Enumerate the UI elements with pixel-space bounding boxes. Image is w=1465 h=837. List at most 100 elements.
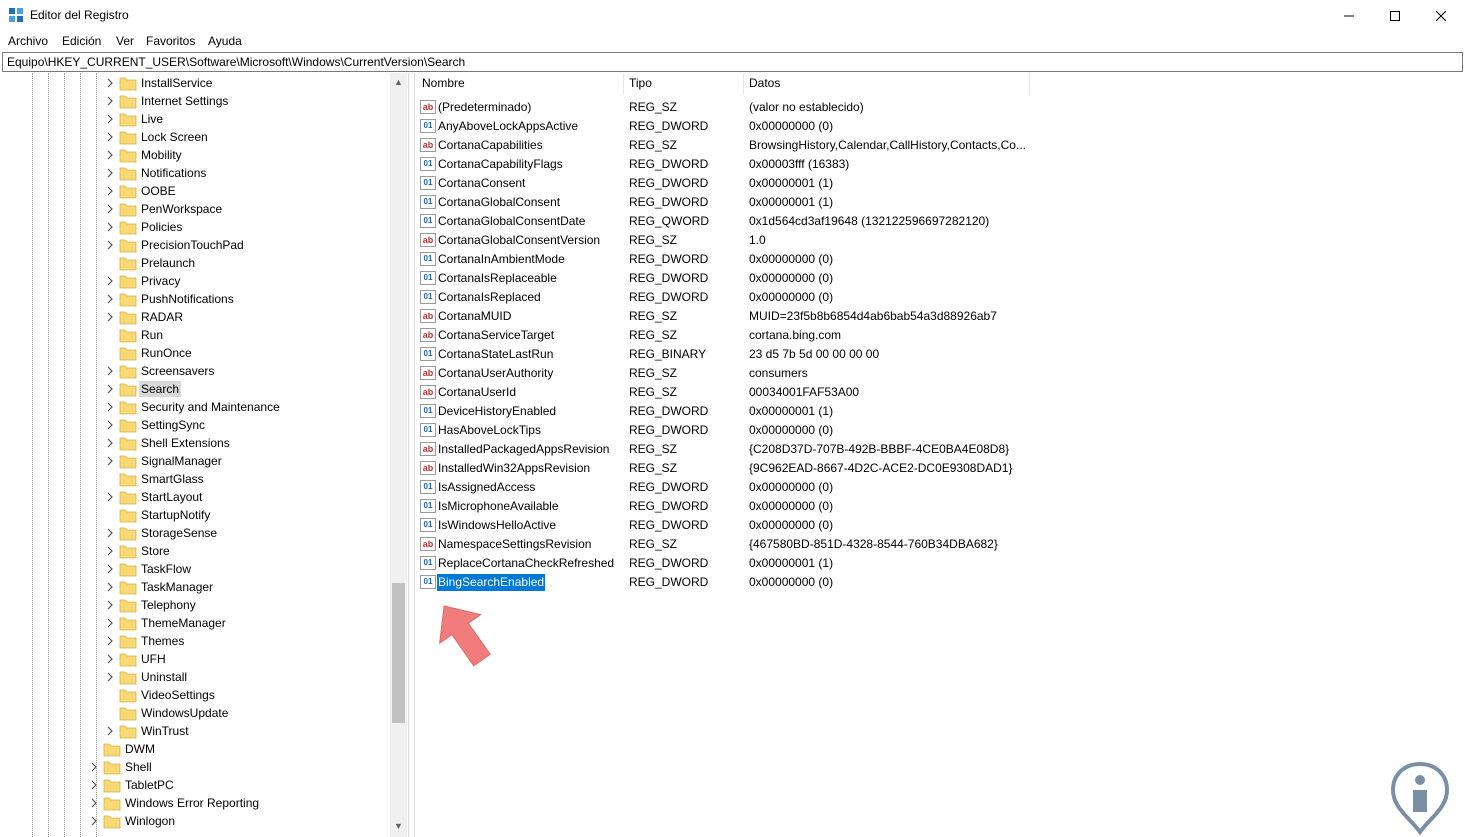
- maximize-button[interactable]: [1372, 0, 1418, 31]
- chevron-right-icon[interactable]: [105, 600, 115, 610]
- value-row[interactable]: 01 CortanaCapabilityFlags REG_DWORD 0x00003…: [415, 155, 1415, 174]
- value-row[interactable]: 01 HasAboveLockTips REG_DWORD 0x00000000 (0…: [415, 421, 1415, 440]
- value-name[interactable]: DeviceHistoryEnabled: [437, 403, 557, 420]
- chevron-right-icon[interactable]: [105, 528, 115, 538]
- address-path[interactable]: Equipo\HKEY_CURRENT_USER\Software\Micros…: [7, 55, 465, 69]
- value-name[interactable]: CortanaUserId: [437, 384, 517, 401]
- scroll-down-icon[interactable]: ▼: [394, 821, 403, 831]
- tree-item[interactable]: SmartGlass: [105, 470, 385, 488]
- tree-item[interactable]: PenWorkspace: [105, 200, 385, 218]
- value-row[interactable]: 01 CortanaIsReplaceable REG_DWORD 0x0000000…: [415, 269, 1415, 288]
- tree-item[interactable]: Run: [105, 326, 385, 344]
- value-name[interactable]: CortanaInAmbientMode: [437, 251, 566, 268]
- chevron-right-icon[interactable]: [105, 618, 115, 628]
- value-row[interactable]: 01 AnyAboveLockAppsActive REG_DWORD 0x00000…: [415, 117, 1415, 136]
- tree-item[interactable]: StartupNotify: [105, 506, 385, 524]
- value-name[interactable]: CortanaGlobalConsentVersion: [437, 232, 601, 249]
- value-name[interactable]: NamespaceSettingsRevision: [437, 536, 592, 553]
- menu-favoritos[interactable]: Favoritos: [146, 34, 195, 48]
- menu-ver[interactable]: Ver: [116, 34, 134, 48]
- chevron-right-icon[interactable]: [89, 762, 99, 772]
- tree-item[interactable]: SignalManager: [105, 452, 385, 470]
- value-row[interactable]: 01 CortanaStateLastRun REG_BINARY 23 d5 7b …: [415, 345, 1415, 364]
- column-header-data[interactable]: Datos: [749, 76, 780, 90]
- tree-item[interactable]: Prelaunch: [105, 254, 385, 272]
- value-row[interactable]: 01 IsMicrophoneAvailable REG_DWORD 0x000000…: [415, 497, 1415, 516]
- chevron-right-icon[interactable]: [89, 780, 99, 790]
- value-row[interactable]: 01 BingSearchEnabled REG_DWORD 0x00000000 (…: [415, 573, 1415, 592]
- column-separator[interactable]: [1029, 73, 1030, 95]
- tree-item[interactable]: Live: [105, 110, 385, 128]
- chevron-right-icon[interactable]: [105, 366, 115, 376]
- tree-item[interactable]: StorageSense: [105, 524, 385, 542]
- menu-archivo[interactable]: Archivo: [8, 34, 48, 48]
- chevron-right-icon[interactable]: [105, 168, 115, 178]
- value-row[interactable]: ab CortanaUserId REG_SZ 00034001FAF53A00: [415, 383, 1415, 402]
- tree-item[interactable]: Store: [105, 542, 385, 560]
- chevron-right-icon[interactable]: [105, 420, 115, 430]
- value-name[interactable]: CortanaStateLastRun: [437, 346, 554, 363]
- tree-item[interactable]: OOBE: [105, 182, 385, 200]
- value-row[interactable]: ab CortanaMUID REG_SZ MUID=23f5b8b6854d4ab6…: [415, 307, 1415, 326]
- scroll-up-icon[interactable]: ▲: [394, 77, 403, 87]
- column-header-name[interactable]: Nombre: [422, 76, 465, 90]
- value-row[interactable]: ab CortanaCapabilities REG_SZ BrowsingHisto…: [415, 136, 1415, 155]
- value-name[interactable]: IsAssignedAccess: [437, 479, 536, 496]
- value-row[interactable]: ab InstalledPackagedAppsRevision REG_SZ {C2…: [415, 440, 1415, 459]
- value-row[interactable]: 01 CortanaConsent REG_DWORD 0x00000001 (1): [415, 174, 1415, 193]
- tree-item[interactable]: Security and Maintenance: [105, 398, 385, 416]
- tree-item[interactable]: DWM: [89, 740, 369, 758]
- tree-item[interactable]: UFH: [105, 650, 385, 668]
- value-name[interactable]: InstalledPackagedAppsRevision: [437, 441, 610, 458]
- value-name[interactable]: InstalledWin32AppsRevision: [437, 460, 591, 477]
- value-name[interactable]: CortanaIsReplaceable: [437, 270, 558, 287]
- tree-item[interactable]: Notifications: [105, 164, 385, 182]
- value-name[interactable]: AnyAboveLockAppsActive: [437, 118, 579, 135]
- tree-item[interactable]: PrecisionTouchPad: [105, 236, 385, 254]
- tree-item[interactable]: Shell: [89, 758, 369, 776]
- column-separator[interactable]: [623, 73, 624, 95]
- tree-item[interactable]: SettingSync: [105, 416, 385, 434]
- chevron-right-icon[interactable]: [105, 186, 115, 196]
- value-row[interactable]: ab (Predeterminado) REG_SZ (valor no establ…: [415, 98, 1415, 117]
- value-name[interactable]: CortanaCapabilities: [437, 137, 544, 154]
- tree-item[interactable]: Shell Extensions: [105, 434, 385, 452]
- value-name[interactable]: CortanaGlobalConsentDate: [437, 213, 586, 230]
- tree-item[interactable]: PushNotifications: [105, 290, 385, 308]
- chevron-right-icon[interactable]: [105, 582, 115, 592]
- value-name[interactable]: HasAboveLockTips: [437, 422, 542, 439]
- tree-item[interactable]: VideoSettings: [105, 686, 385, 704]
- value-name[interactable]: CortanaMUID: [437, 308, 512, 325]
- value-row[interactable]: 01 CortanaIsReplaced REG_DWORD 0x00000000 (…: [415, 288, 1415, 307]
- tree-item[interactable]: Internet Settings: [105, 92, 385, 110]
- chevron-right-icon[interactable]: [105, 312, 115, 322]
- tree-item[interactable]: Privacy: [105, 272, 385, 290]
- tree-item[interactable]: TabletPC: [89, 776, 369, 794]
- value-row[interactable]: 01 IsWindowsHelloActive REG_DWORD 0x0000000…: [415, 516, 1415, 535]
- tree-item[interactable]: ThemeManager: [105, 614, 385, 632]
- value-name[interactable]: CortanaCapabilityFlags: [437, 156, 564, 173]
- chevron-right-icon[interactable]: [105, 114, 115, 124]
- tree-item[interactable]: TaskFlow: [105, 560, 385, 578]
- close-button[interactable]: [1418, 0, 1464, 31]
- chevron-right-icon[interactable]: [105, 564, 115, 574]
- menu-ayuda[interactable]: Ayuda: [208, 34, 242, 48]
- value-name[interactable]: CortanaIsReplaced: [437, 289, 542, 306]
- chevron-right-icon[interactable]: [105, 672, 115, 682]
- value-row[interactable]: ab CortanaGlobalConsentVersion REG_SZ 1.0: [415, 231, 1415, 250]
- chevron-right-icon[interactable]: [105, 204, 115, 214]
- chevron-right-icon[interactable]: [105, 546, 115, 556]
- tree-item[interactable]: RADAR: [105, 308, 385, 326]
- column-header-type[interactable]: Tipo: [629, 76, 652, 90]
- value-name[interactable]: CortanaConsent: [437, 175, 526, 192]
- value-row[interactable]: 01 ReplaceCortanaCheckRefreshed REG_DWORD 0…: [415, 554, 1415, 573]
- chevron-right-icon[interactable]: [105, 636, 115, 646]
- chevron-right-icon[interactable]: [105, 402, 115, 412]
- value-row[interactable]: 01 IsAssignedAccess REG_DWORD 0x00000000 (0…: [415, 478, 1415, 497]
- tree-item[interactable]: StartLayout: [105, 488, 385, 506]
- tree-item[interactable]: TaskManager: [105, 578, 385, 596]
- value-row[interactable]: ab CortanaUserAuthority REG_SZ consumers: [415, 364, 1415, 383]
- tree-item[interactable]: Mobility: [105, 146, 385, 164]
- value-name[interactable]: IsMicrophoneAvailable: [437, 498, 560, 515]
- tree-item[interactable]: Windows Error Reporting: [89, 794, 369, 812]
